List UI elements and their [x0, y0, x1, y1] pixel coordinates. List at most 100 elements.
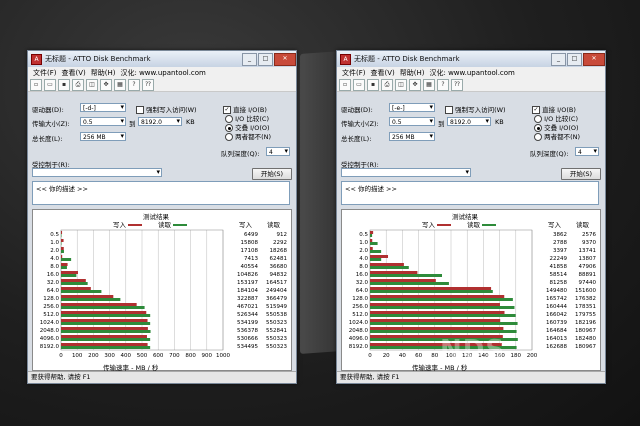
read-value-label: 2292 [273, 240, 287, 246]
direct-io-label: 直接 I/O(B) [542, 106, 576, 114]
transfer-from-select[interactable]: 0.5 [80, 117, 126, 126]
context-help-icon[interactable]: ⁇ [142, 78, 154, 91]
write-value-label: 534199 [237, 320, 258, 326]
io-compare-radio[interactable] [225, 115, 233, 123]
save-icon[interactable]: ▪ [367, 78, 379, 91]
overlap-io-option[interactable]: 交叠 I/O(O) [225, 124, 271, 133]
write-value-label: 526344 [237, 312, 258, 318]
write-value-label: 160739 [546, 320, 567, 326]
menu-help[interactable]: 帮助(H) [400, 68, 425, 78]
neither-option[interactable]: 两者都不(N) [534, 133, 580, 142]
write-value-label: 6499 [244, 232, 258, 238]
title-bar[interactable]: A 无标题 - ATTO Disk Benchmark _ □ ✕ [28, 51, 296, 67]
print-icon[interactable]: ⎙ [72, 78, 84, 91]
transfer-to-select[interactable]: 8192.0 [138, 117, 182, 126]
read-value-label: 550538 [266, 312, 287, 318]
description-box[interactable]: << 你的描述 >> [32, 181, 290, 205]
drive-label: 驱动器(D): [32, 106, 64, 114]
minimize-icon[interactable]: _ [242, 52, 257, 66]
watermark-logo: NDS [440, 335, 506, 365]
neither-radio[interactable] [534, 133, 542, 141]
io-compare-option[interactable]: I/O 比较(C) [534, 115, 580, 124]
queue-depth-select[interactable]: 4 [575, 147, 599, 156]
bar-read [370, 258, 382, 261]
queue-depth-select[interactable]: 4 [266, 147, 290, 156]
transfer-from-select[interactable]: 0.5 [389, 117, 435, 126]
x-tick-label: 0 [59, 353, 63, 359]
preview-icon[interactable]: ◫ [395, 78, 407, 91]
transfer-to-select[interactable]: 8192.0 [447, 117, 491, 126]
description-text: << 你的描述 >> [36, 185, 88, 193]
bar-write [370, 311, 505, 314]
x-tick-label: 600 [153, 353, 164, 359]
direct-io-checkbox[interactable]: ✓ [223, 106, 231, 114]
overlap-io-radio[interactable] [534, 124, 542, 132]
y-tick-label: 64.0 [356, 288, 369, 294]
write-value-label: 530666 [237, 336, 258, 342]
save-icon[interactable]: ▪ [58, 78, 70, 91]
drive-value: [-d-] [83, 105, 96, 112]
total-length-value: 256 MB [392, 134, 415, 141]
force-write-checkbox[interactable] [136, 106, 144, 114]
controlled-by-select[interactable] [32, 168, 162, 177]
start-button[interactable]: 开始(S) [252, 168, 292, 180]
maximize-icon[interactable]: □ [567, 52, 582, 66]
total-length-select[interactable]: 256 MB [389, 132, 435, 141]
direct-io-option[interactable]: ✓ 直接 I/O(B) [223, 104, 267, 114]
start-button[interactable]: 开始(S) [561, 168, 601, 180]
total-length-select[interactable]: 256 MB [80, 132, 126, 141]
toolbar: ▫ ▭ ▪ ⎙ ◫ ✥ ▦ ? ⁇ [28, 78, 296, 92]
write-value-label: 81258 [550, 280, 568, 286]
bar-read [61, 274, 77, 277]
minimize-icon[interactable]: _ [551, 52, 566, 66]
help-icon[interactable]: ? [128, 78, 140, 91]
menu-help[interactable]: 帮助(H) [91, 68, 116, 78]
grid-icon[interactable]: ▦ [423, 78, 435, 91]
description-box[interactable]: << 你的描述 >> [341, 181, 599, 205]
neither-radio[interactable] [225, 133, 233, 141]
overlap-io-option[interactable]: 交叠 I/O(O) [534, 124, 580, 133]
bar-read [370, 298, 513, 301]
overlap-io-radio[interactable] [225, 124, 233, 132]
menu-file[interactable]: 文件(F) [33, 68, 57, 78]
drive-select[interactable]: [-d-] [80, 103, 126, 112]
controlled-by-select[interactable] [341, 168, 471, 177]
y-tick-label: 512.0 [43, 312, 59, 318]
menu-view[interactable]: 查看(V) [62, 68, 86, 78]
write-value-label: 22249 [550, 256, 568, 262]
read-value-label: 18268 [270, 248, 288, 254]
force-write-option[interactable]: 强制写入访问(W) [136, 104, 197, 114]
move-icon[interactable]: ✥ [100, 78, 112, 91]
preview-icon[interactable]: ◫ [86, 78, 98, 91]
grid-icon[interactable]: ▦ [114, 78, 126, 91]
context-help-icon[interactable]: ⁇ [451, 78, 463, 91]
direct-io-option[interactable]: ✓ 直接 I/O(B) [532, 104, 576, 114]
maximize-icon[interactable]: □ [258, 52, 273, 66]
new-icon[interactable]: ▫ [339, 78, 351, 91]
close-icon[interactable]: ✕ [274, 52, 296, 66]
drive-value: [-e-] [392, 105, 405, 112]
force-write-option[interactable]: 强制写入访问(W) [445, 104, 506, 114]
menu-file[interactable]: 文件(F) [342, 68, 366, 78]
print-icon[interactable]: ⎙ [381, 78, 393, 91]
y-tick-label: 4096.0 [349, 336, 369, 342]
y-tick-label: 4.0 [50, 256, 59, 262]
io-compare-option[interactable]: I/O 比较(C) [225, 115, 271, 124]
new-icon[interactable]: ▫ [30, 78, 42, 91]
direct-io-checkbox[interactable]: ✓ [532, 106, 540, 114]
close-icon[interactable]: ✕ [583, 52, 605, 66]
title-bar[interactable]: A 无标题 - ATTO Disk Benchmark _ □ ✕ [337, 51, 605, 67]
io-compare-radio[interactable] [534, 115, 542, 123]
neither-option[interactable]: 两者都不(N) [225, 133, 271, 142]
help-icon[interactable]: ? [437, 78, 449, 91]
move-icon[interactable]: ✥ [409, 78, 421, 91]
open-icon[interactable]: ▭ [353, 78, 365, 91]
drive-select[interactable]: [-e-] [389, 103, 435, 112]
read-value-label: 182196 [575, 320, 596, 326]
open-icon[interactable]: ▭ [44, 78, 56, 91]
io-compare-label: I/O 比较(C) [235, 115, 269, 123]
menu-view[interactable]: 查看(V) [371, 68, 395, 78]
read-value-label: 94832 [270, 272, 288, 278]
bar-read [61, 290, 102, 293]
force-write-checkbox[interactable] [445, 106, 453, 114]
